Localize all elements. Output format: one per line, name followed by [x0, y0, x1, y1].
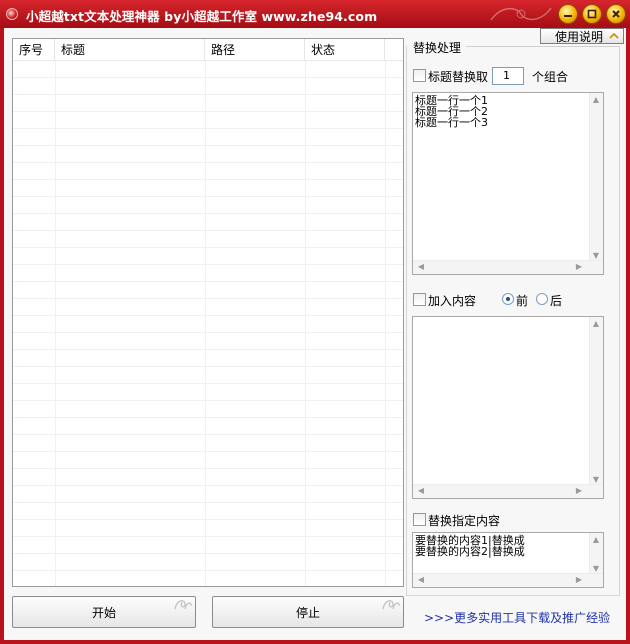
start-button[interactable]: 开始 — [12, 596, 196, 628]
minimize-button[interactable] — [558, 4, 578, 24]
group-count-suffix: 个组合 — [532, 70, 569, 84]
scroll-up-icon[interactable]: ▲ — [590, 319, 602, 328]
replace-specified-horizontal-scrollbar[interactable]: ◀ ▶ — [413, 573, 603, 587]
title-lines-horizontal-scrollbar[interactable]: ◀ ▶ — [413, 260, 603, 274]
insert-content-checkbox[interactable] — [413, 293, 426, 306]
title-replace-checkbox[interactable] — [413, 69, 426, 82]
title-lines-textarea[interactable]: 标题一行一个1 标题一行一个2 标题一行一个3 ▲ ▼ ◀ ▶ — [412, 92, 604, 275]
column-divider — [305, 61, 306, 586]
decorative-swirl-icon — [382, 600, 400, 610]
column-header-path[interactable]: 路径 — [205, 39, 305, 61]
insert-content-label: 加入内容 — [428, 294, 477, 308]
insert-content-textarea[interactable]: ▲ ▼ ◀ ▶ — [412, 316, 604, 499]
window-title: 小超越txt文本处理神器 by小超越工作室 www.zhe94.com — [26, 9, 378, 24]
file-list[interactable]: 序号 标题 路径 状态 — [12, 38, 404, 587]
insert-back-label: 后 — [550, 294, 563, 308]
scroll-up-icon[interactable]: ▲ — [590, 95, 602, 104]
replace-specified-textarea[interactable]: 要替换的内容1|替换成 要替换的内容2|替换成 ▲ ▼ ◀ ▶ — [412, 532, 604, 588]
help-button[interactable]: 使用说明 — [540, 28, 624, 44]
replace-section-title: 替换处理 — [413, 41, 462, 55]
close-button[interactable] — [606, 4, 626, 24]
column-header-index[interactable]: 序号 — [13, 39, 55, 61]
list-header: 序号 标题 路径 状态 — [13, 39, 403, 61]
insert-back-radio[interactable] — [536, 293, 548, 305]
start-button-label: 开始 — [91, 605, 116, 620]
maximize-button[interactable] — [582, 4, 602, 24]
replace-specified-vertical-scrollbar[interactable]: ▲ ▼ — [589, 533, 603, 575]
title-bar[interactable]: 小超越txt文本处理神器 by小超越工作室 www.zhe94.com — [0, 0, 630, 28]
title-replace-label: 标题替换取 — [428, 70, 489, 84]
scroll-left-icon[interactable]: ◀ — [415, 486, 427, 495]
maximize-icon — [587, 9, 597, 19]
scroll-up-icon[interactable]: ▲ — [590, 535, 602, 544]
scroll-down-icon[interactable]: ▼ — [590, 564, 602, 573]
minimize-icon — [564, 15, 572, 17]
insert-front-radio[interactable] — [502, 293, 514, 305]
insert-front-label: 前 — [516, 294, 529, 308]
group-count-input[interactable]: 1 — [492, 67, 524, 85]
title-lines-vertical-scrollbar[interactable]: ▲ ▼ — [589, 93, 603, 262]
replace-specified-checkbox[interactable] — [413, 513, 426, 526]
column-divider — [55, 61, 56, 586]
app-window: 小超越txt文本处理神器 by小超越工作室 www.zhe94.com 使用说明… — [0, 0, 630, 644]
decorative-swirl-icon — [174, 600, 192, 610]
column-header-title[interactable]: 标题 — [55, 39, 205, 61]
stop-button-label: 停止 — [295, 605, 320, 620]
scroll-right-icon[interactable]: ▶ — [573, 486, 585, 495]
column-divider — [385, 61, 386, 586]
app-icon — [6, 8, 18, 20]
list-rows — [13, 61, 403, 586]
more-tools-link[interactable]: >>>更多实用工具下载及推广经验 — [424, 609, 610, 626]
client-area: 使用说明 序号 标题 路径 状态 替换处理 标题替换取 1 个组合 标题一行一个… — [4, 28, 626, 640]
scroll-left-icon[interactable]: ◀ — [415, 262, 427, 271]
title-lines-text: 标题一行一个1 标题一行一个2 标题一行一个3 — [415, 94, 488, 129]
stop-button[interactable]: 停止 — [212, 596, 404, 628]
help-button-label: 使用说明 — [555, 29, 604, 44]
scroll-right-icon[interactable]: ▶ — [573, 262, 585, 271]
decorative-swirl-icon — [490, 7, 552, 21]
scroll-right-icon[interactable]: ▶ — [573, 575, 585, 584]
column-header-status[interactable]: 状态 — [305, 39, 385, 61]
replace-specified-text: 要替换的内容1|替换成 要替换的内容2|替换成 — [415, 534, 525, 558]
scroll-down-icon[interactable]: ▼ — [590, 251, 602, 260]
scroll-down-icon[interactable]: ▼ — [590, 475, 602, 484]
scroll-left-icon[interactable]: ◀ — [415, 575, 427, 584]
column-divider — [205, 61, 206, 586]
replace-specified-label: 替换指定内容 — [428, 514, 501, 528]
chevron-up-icon — [609, 32, 619, 39]
group-box-top-line — [466, 46, 620, 47]
insert-content-horizontal-scrollbar[interactable]: ◀ ▶ — [413, 484, 603, 498]
insert-content-vertical-scrollbar[interactable]: ▲ ▼ — [589, 317, 603, 486]
close-icon — [612, 10, 620, 18]
